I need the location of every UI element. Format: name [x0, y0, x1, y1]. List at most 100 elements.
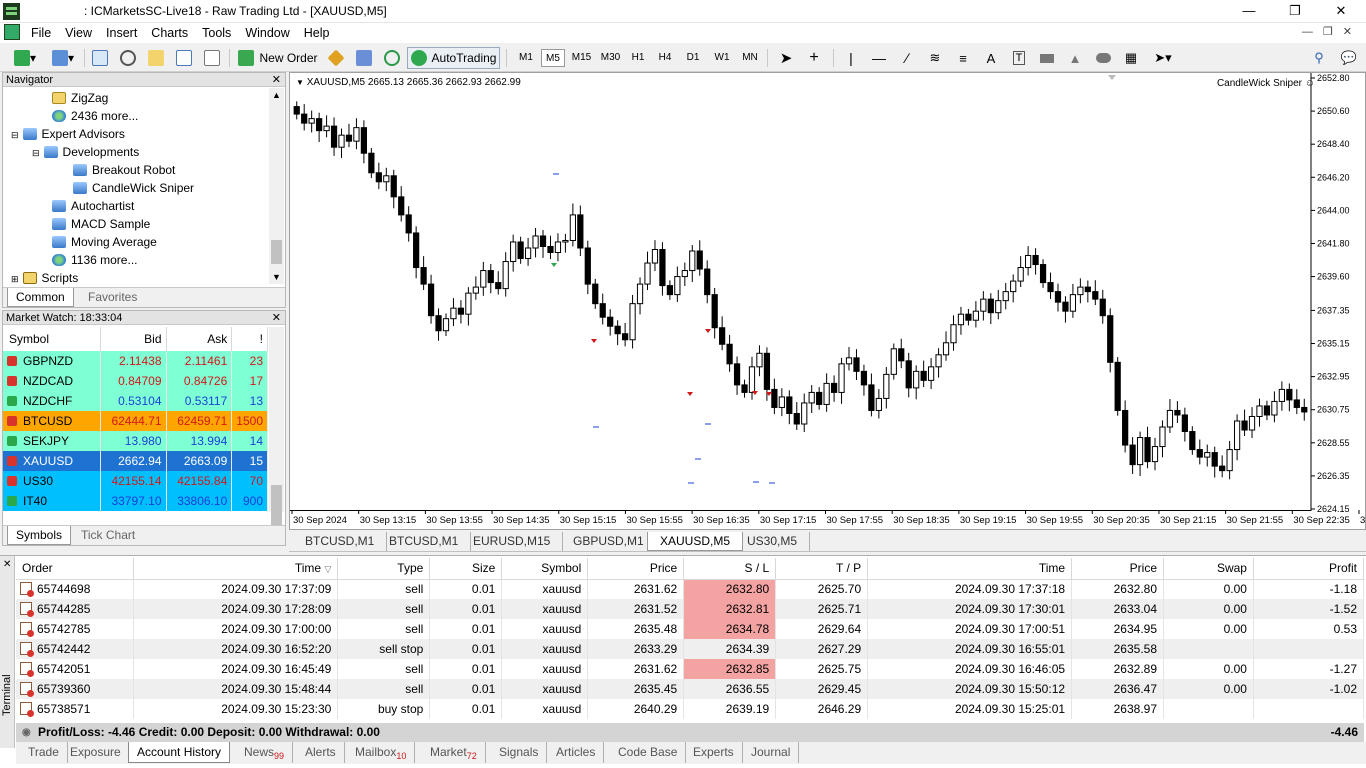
column-spread[interactable]: !	[231, 327, 268, 351]
menu-view[interactable]: View	[58, 23, 99, 43]
timeframe-h4[interactable]: H4	[653, 49, 677, 67]
terminal-tab[interactable]: Exposure	[62, 742, 130, 763]
timeframe-m1[interactable]: M1	[514, 49, 538, 67]
market-watch-row[interactable]: US30 42155.14 42155.84 70	[3, 471, 268, 491]
fibonacci-tool[interactable]: ≋	[924, 47, 946, 69]
column-price[interactable]: Price	[587, 558, 685, 580]
table-row[interactable]: 65742442 2024.09.30 16:52:20 sell stop 0.01…	[16, 639, 1365, 659]
terminal-tab[interactable]: Market72	[422, 742, 486, 763]
crosshair-tool[interactable]: +	[803, 47, 825, 69]
column-symbol[interactable]: Symbol	[3, 327, 101, 351]
nav-item-scripts[interactable]: ⊞ Scripts	[11, 269, 78, 287]
scroll-thumb[interactable]	[271, 485, 282, 525]
chart-tab[interactable]: US30,M5	[735, 532, 811, 551]
table-row[interactable]: 65739360 2024.09.30 15:48:44 sell 0.01 xauus…	[16, 679, 1365, 699]
menu-help[interactable]: Help	[297, 23, 337, 43]
timeframe-d1[interactable]: D1	[681, 49, 705, 67]
terminal-tab[interactable]: Alerts	[297, 742, 345, 763]
nav-item-experts-more[interactable]: 1136 more...	[52, 251, 137, 269]
autotrading-button[interactable]: AutoTrading	[407, 47, 500, 69]
ellipse-tool[interactable]	[1092, 47, 1114, 69]
triangle-tool[interactable]: ▲	[1064, 47, 1086, 69]
terminal-tab[interactable]: Mailbox10	[347, 742, 416, 763]
timeframe-mn[interactable]: MN	[737, 49, 763, 67]
new-chart-button[interactable]: ▾	[8, 47, 42, 69]
column-close-price[interactable]: Price	[1071, 558, 1165, 580]
market-watch-row[interactable]: SEKJPY 13.980 13.994 14	[3, 431, 268, 451]
tab-common[interactable]: Common	[7, 288, 74, 307]
community-button[interactable]	[353, 47, 375, 69]
nav-item-expert-advisors[interactable]: ⊟ Expert Advisors	[11, 125, 125, 143]
chart-tab[interactable]: XAUUSD,M5	[647, 532, 744, 551]
nav-item-zigzag[interactable]: ZigZag	[52, 89, 108, 107]
nav-item-developments[interactable]: ⊟ Developments	[32, 143, 139, 161]
expert-advisor-label[interactable]: CandleWick Sniper ☺	[1217, 78, 1315, 89]
market-watch-row[interactable]: XAUUSD 2662.94 2663.09 15	[3, 451, 268, 471]
column-bid[interactable]: Bid	[100, 327, 167, 351]
market-watch-toggle[interactable]	[89, 47, 111, 69]
menu-charts[interactable]: Charts	[144, 23, 195, 43]
timeframe-m5[interactable]: M5	[541, 49, 565, 67]
symbol-cell[interactable]: GBPNZD	[3, 351, 101, 371]
timeframe-h1[interactable]: H1	[626, 49, 650, 67]
symbol-cell[interactable]: IT40	[3, 491, 101, 511]
market-watch-row[interactable]: IT40 33797.10 33806.10 900	[3, 491, 268, 511]
table-row[interactable]: 65742051 2024.09.30 16:45:49 sell 0.01 xauus…	[16, 659, 1365, 679]
chart-tab[interactable]: EURUSD,M15	[461, 532, 564, 551]
channel-tool[interactable]: ≡	[952, 47, 974, 69]
trendline-tool[interactable]: ∕	[896, 47, 918, 69]
navigator-close-icon[interactable]: ✕	[272, 73, 281, 87]
market-watch-row[interactable]: BTCUSD 62444.71 62459.71 1500	[3, 411, 268, 431]
column-size[interactable]: Size	[429, 558, 503, 580]
timeframe-m15[interactable]: M15	[568, 49, 595, 67]
market-watch-close-icon[interactable]: ✕	[272, 311, 281, 325]
market-watch-row[interactable]: NZDCHF 0.53104 0.53117 13	[3, 391, 268, 411]
timeframe-m30[interactable]: M30	[597, 49, 624, 67]
nav-item-macd-sample[interactable]: MACD Sample	[52, 215, 150, 233]
symbol-cell[interactable]: SEKJPY	[3, 431, 101, 451]
collapse-icon[interactable]: ⊟	[11, 130, 19, 140]
chart-tab[interactable]: BTCUSD,M1	[293, 532, 388, 551]
nav-item-breakout-robot[interactable]: Breakout Robot	[73, 161, 175, 179]
chart-window-controls[interactable]: —❐✕	[1302, 25, 1362, 38]
terminal-tab[interactable]: Trade	[20, 742, 68, 763]
nav-item-moving-average[interactable]: Moving Average	[52, 233, 157, 251]
column-profit[interactable]: Profit	[1253, 558, 1365, 580]
table-row[interactable]: 65738571 2024.09.30 15:23:30 buy stop 0.01 x…	[16, 699, 1365, 719]
terminal-tab[interactable]: Signals	[491, 742, 548, 763]
signals-button[interactable]	[381, 47, 403, 69]
arrows-tool[interactable]: ➤▾	[1148, 47, 1178, 69]
nav-item-candlewick-sniper[interactable]: CandleWick Sniper	[73, 179, 194, 197]
symbol-cell[interactable]: NZDCAD	[3, 371, 101, 391]
menu-insert[interactable]: Insert	[99, 23, 144, 43]
cursor-tool[interactable]: ➤	[775, 47, 797, 69]
table-row[interactable]: 65742785 2024.09.30 17:00:00 sell 0.01 xauus…	[16, 619, 1365, 639]
horizontal-line-tool[interactable]: —	[868, 47, 890, 69]
symbol-cell[interactable]: NZDCHF	[3, 391, 101, 411]
vertical-line-tool[interactable]: |	[840, 47, 862, 69]
terminal-tab[interactable]: Journal	[743, 742, 800, 763]
column-sl[interactable]: S / L	[683, 558, 777, 580]
text-tool[interactable]: A	[980, 47, 1002, 69]
column-ask[interactable]: Ask	[166, 327, 233, 351]
market-watch-row[interactable]: GBPNZD 2.11438 2.11461 23	[3, 351, 268, 371]
symbol-cell[interactable]: XAUUSD	[3, 451, 101, 471]
market-watch-scrollbar[interactable]	[269, 327, 284, 525]
search-button[interactable]: ⚲	[1308, 47, 1330, 69]
expand-icon[interactable]: ⊞	[11, 274, 19, 284]
column-tp[interactable]: T / P	[775, 558, 869, 580]
table-row[interactable]: 65744285 2024.09.30 17:28:09 sell 0.01 xauus…	[16, 599, 1365, 619]
column-time[interactable]: Time ▽	[133, 558, 339, 580]
rectangle-tool[interactable]	[1036, 47, 1058, 69]
column-close-time[interactable]: Time	[867, 558, 1073, 580]
text-label-tool[interactable]: T	[1008, 47, 1030, 69]
new-order-button[interactable]: New Order	[236, 47, 320, 69]
navigator-toggle[interactable]	[145, 47, 167, 69]
meta-editor-button[interactable]	[325, 47, 347, 69]
strategy-tester-toggle[interactable]	[201, 47, 223, 69]
terminal-tab[interactable]: News99	[236, 742, 294, 763]
profiles-button[interactable]: ▾	[46, 47, 80, 69]
tab-favorites[interactable]: Favorites	[80, 288, 145, 307]
timeframe-w1[interactable]: W1	[709, 49, 735, 67]
chart-menu-icon[interactable]: ▼	[296, 78, 304, 87]
